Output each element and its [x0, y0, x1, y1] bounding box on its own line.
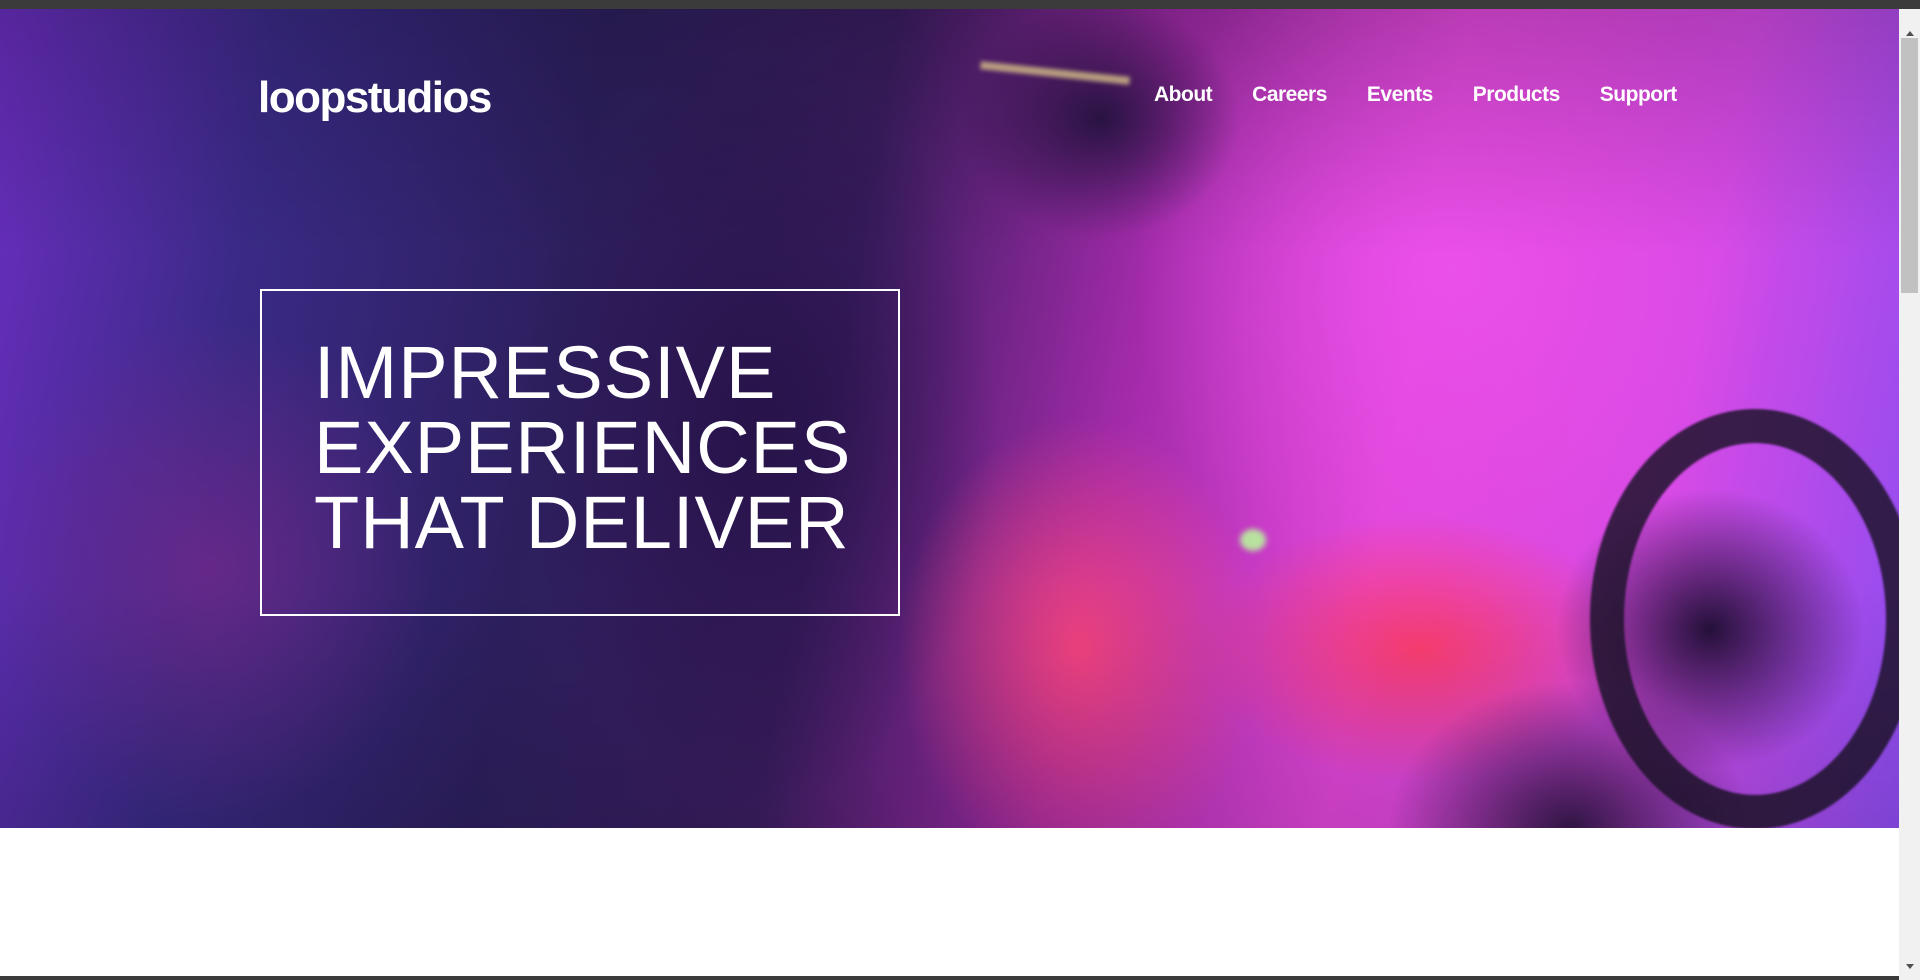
nav-events[interactable]: Events	[1367, 83, 1433, 107]
nav-about[interactable]: About	[1154, 83, 1213, 107]
hero-headline-line-3: THAT DELIVER	[314, 481, 850, 564]
scrollbar-thumb[interactable]	[1901, 38, 1918, 293]
browser-top-strip	[0, 0, 1920, 9]
bottom-edge	[0, 976, 1899, 980]
site-logo[interactable]: loopstudios	[258, 73, 492, 123]
scroll-up-arrow-icon[interactable]	[1906, 31, 1914, 36]
scroll-down-arrow-icon[interactable]	[1906, 964, 1914, 969]
nav-support[interactable]: Support	[1600, 83, 1677, 107]
hero-headline-line-1: IMPRESSIVE	[314, 331, 777, 414]
vertical-scrollbar[interactable]	[1899, 9, 1920, 980]
main-nav: About Careers Events Products Support	[1154, 83, 1677, 107]
hero-section: loopstudios About Careers Events Product…	[0, 9, 1899, 828]
nav-products[interactable]: Products	[1473, 83, 1561, 107]
hero-headline-box: IMPRESSIVE EXPERIENCES THAT DELIVER	[260, 289, 900, 616]
nav-careers[interactable]: Careers	[1252, 83, 1327, 107]
hero-headline-line-2: EXPERIENCES	[314, 406, 852, 489]
